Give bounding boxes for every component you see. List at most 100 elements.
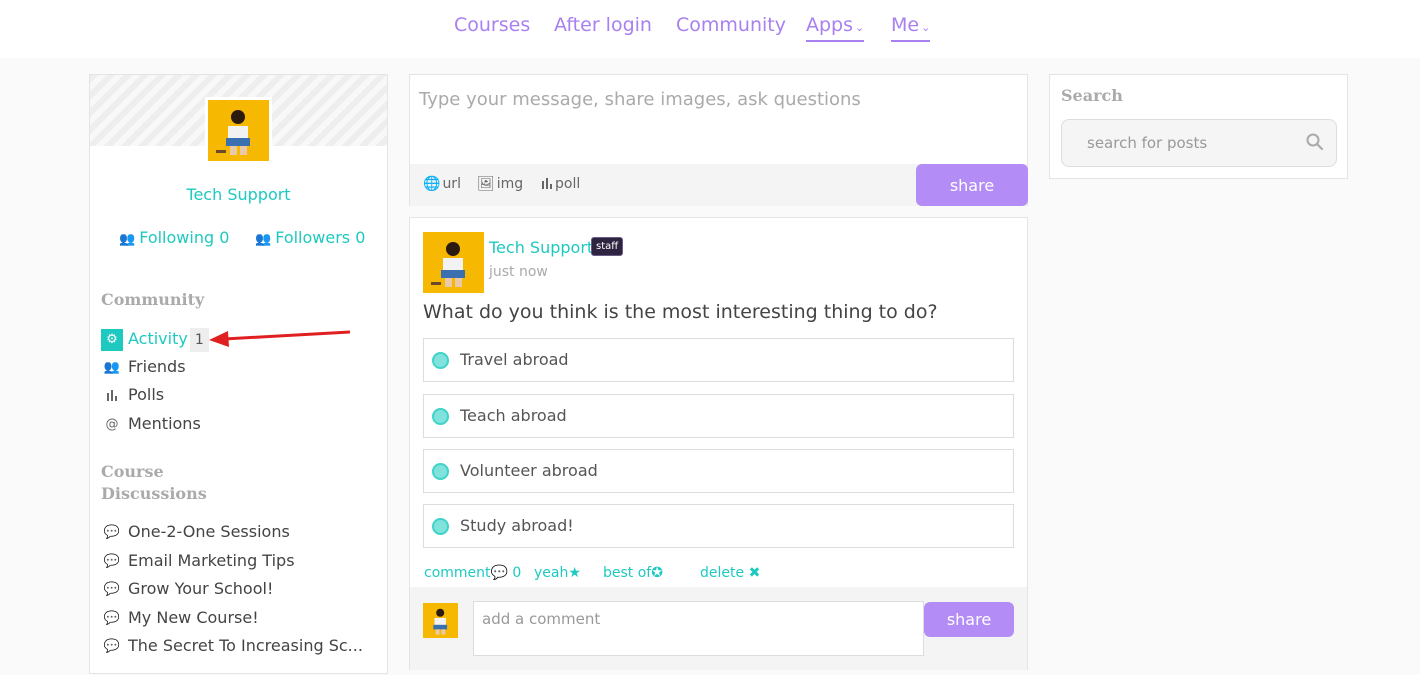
delete-link[interactable]: delete ✖ xyxy=(700,565,760,581)
course-discussions-heading-line1: Course xyxy=(101,462,164,481)
sidebar-item-label: Polls xyxy=(128,385,165,404)
sidebar-item-polls[interactable]: Polls xyxy=(101,383,164,407)
following-count: 0 xyxy=(219,228,230,247)
poll-option[interactable]: Teach abroad xyxy=(423,394,1014,438)
nav-community[interactable]: Community xyxy=(676,14,786,40)
radio-icon xyxy=(432,518,449,535)
comment-icon: 💬 xyxy=(490,565,508,581)
delete-label: delete xyxy=(700,565,745,581)
search-panel: Search xyxy=(1049,74,1348,179)
staff-badge: staff xyxy=(591,237,624,256)
users-icon: 👥 xyxy=(119,232,136,247)
poll-icon xyxy=(541,176,553,192)
chevron-down-icon: ⌄ xyxy=(921,21,931,34)
poll-option-label: Travel abroad xyxy=(460,350,569,369)
discussion-label: My New Course! xyxy=(128,608,259,627)
best-of-link[interactable]: best of✪ xyxy=(603,565,663,581)
message-input[interactable] xyxy=(410,75,1027,164)
nav-apps-label: Apps xyxy=(806,14,854,36)
comment-count: 0 xyxy=(512,565,522,581)
sidebar-item-label: Mentions xyxy=(128,414,201,433)
following-label: Following xyxy=(139,228,215,247)
followers-link[interactable]: 👥 Followers 0 xyxy=(255,228,365,247)
discussion-item[interactable]: 💬 Email Marketing Tips xyxy=(101,549,295,573)
award-icon: ✪ xyxy=(651,565,663,581)
discussion-label: The Secret To Increasing Sc... xyxy=(128,636,363,655)
poll-option[interactable]: Travel abroad xyxy=(423,338,1014,382)
post-composer: 🌐url 🖼img poll share xyxy=(409,74,1028,206)
close-icon: ✖ xyxy=(748,565,761,581)
chevron-down-icon: ⌄ xyxy=(855,21,865,34)
poll-option[interactable]: Study abroad! xyxy=(423,504,1014,548)
share-button[interactable]: share xyxy=(916,164,1028,206)
comment-link[interactable]: comment💬 0 xyxy=(424,565,521,581)
discussion-label: One-2-One Sessions xyxy=(128,522,290,541)
discussion-item[interactable]: 💬 Grow Your School! xyxy=(101,577,273,601)
comment-label: comment xyxy=(424,565,491,581)
at-icon: @ xyxy=(105,416,119,432)
comment-input[interactable] xyxy=(473,601,924,656)
discussion-label: Email Marketing Tips xyxy=(128,551,295,570)
nav-after-login[interactable]: After login xyxy=(554,14,652,40)
poll-option-label: Teach abroad xyxy=(460,406,567,425)
yeah-label: yeah xyxy=(534,565,569,581)
post-timestamp: just now xyxy=(489,264,548,280)
poll-option-label: Volunteer abroad xyxy=(460,461,598,480)
followers-label: Followers xyxy=(275,228,351,247)
img-tool-label: img xyxy=(496,176,524,192)
best-of-label: best of xyxy=(603,565,652,581)
discussion-label: Grow Your School! xyxy=(128,579,274,598)
radio-icon xyxy=(432,463,449,480)
nav-me[interactable]: Me ⌄ xyxy=(891,14,931,42)
radio-icon xyxy=(432,408,449,425)
chat-icon: 💬 xyxy=(103,638,121,654)
avatar-image xyxy=(423,232,484,293)
discussion-item[interactable]: 💬 The Secret To Increasing Sc... xyxy=(101,634,363,658)
poll-option[interactable]: Volunteer abroad xyxy=(423,449,1014,493)
comment-area: share xyxy=(410,587,1027,670)
url-tool[interactable]: 🌐 url xyxy=(423,176,461,192)
poll-tool-label: poll xyxy=(555,176,581,192)
avatar-image xyxy=(423,603,458,638)
poll-option-label: Study abroad! xyxy=(460,516,574,535)
activity-count-badge: 1 xyxy=(189,327,209,352)
chat-icon: 💬 xyxy=(103,524,121,540)
poll-question: What do you think is the most interestin… xyxy=(423,301,938,323)
author-avatar[interactable] xyxy=(423,232,484,293)
profile-sidebar: Tech Support 👥 Following 0 👥 Followers 0 C… xyxy=(89,74,388,674)
course-discussions-heading: Course Discussions xyxy=(101,461,207,505)
following-link[interactable]: 👥 Following 0 xyxy=(119,228,229,247)
activity-icon: ⚙ xyxy=(101,328,123,351)
sidebar-item-label: Friends xyxy=(128,357,186,376)
search-input[interactable] xyxy=(1061,119,1337,167)
sidebar-item-activity[interactable]: ⚙ Activity 1 xyxy=(101,327,209,352)
poll-post: Tech Support staff just now What do you … xyxy=(409,217,1028,670)
comment-share-button[interactable]: share xyxy=(924,602,1014,637)
nav-me-label: Me xyxy=(891,14,920,36)
post-author[interactable]: Tech Support xyxy=(489,238,593,257)
sidebar-item-friends[interactable]: 👥 Friends xyxy=(101,355,186,379)
avatar-image xyxy=(208,100,269,161)
chat-icon: 💬 xyxy=(103,610,121,626)
followers-count: 0 xyxy=(355,228,366,247)
url-tool-label: url xyxy=(442,176,461,192)
top-navigation: Courses After login Community Apps ⌄ Me ⌄ xyxy=(0,0,1420,58)
globe-icon: 🌐 xyxy=(423,176,441,192)
users-icon: 👥 xyxy=(255,232,272,247)
community-heading: Community xyxy=(101,290,205,309)
img-tool[interactable]: 🖼 img xyxy=(477,176,523,192)
chat-icon: 💬 xyxy=(103,553,121,569)
discussion-item[interactable]: 💬 One-2-One Sessions xyxy=(101,520,290,544)
polls-icon xyxy=(101,385,123,407)
commenter-avatar xyxy=(423,603,458,638)
nav-apps[interactable]: Apps ⌄ xyxy=(806,14,865,42)
profile-name[interactable]: Tech Support xyxy=(90,185,387,204)
search-icon[interactable] xyxy=(1306,133,1324,151)
discussion-item[interactable]: 💬 My New Course! xyxy=(101,606,259,630)
poll-tool[interactable]: poll xyxy=(541,176,580,192)
sidebar-item-mentions[interactable]: @ Mentions xyxy=(101,412,201,436)
yeah-link[interactable]: yeah★ xyxy=(534,565,581,581)
nav-courses[interactable]: Courses xyxy=(454,14,530,40)
profile-avatar[interactable] xyxy=(205,97,272,164)
chat-icon: 💬 xyxy=(103,581,121,597)
